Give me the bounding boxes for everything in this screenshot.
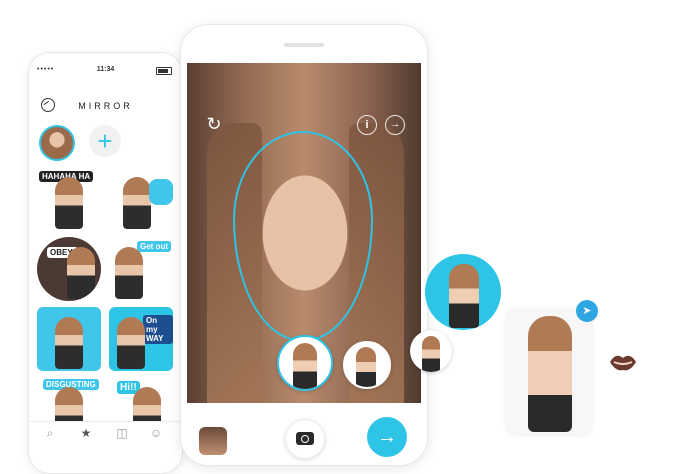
avatar-character	[422, 336, 440, 372]
sticker-character	[117, 317, 145, 369]
sticker-caption: Get out	[137, 241, 171, 252]
left-phone: ••••• 11:34 MIRROR + HAHAHA HA OBEY! Get…	[28, 52, 183, 474]
center-phone: ↻ i → →	[180, 24, 428, 466]
sticker-character	[55, 177, 83, 229]
speech-bubble	[149, 179, 173, 205]
sticker-item[interactable]: OBEY!	[37, 237, 101, 301]
sticker-caption: On my WAY	[143, 315, 173, 344]
capture-button[interactable]	[285, 419, 325, 459]
next-button[interactable]: →	[367, 417, 407, 457]
sticker-character	[123, 177, 151, 229]
telegram-icon[interactable]: ➤	[576, 300, 598, 322]
camera-preview: ↻ i →	[187, 63, 421, 403]
avatar-thumbnail[interactable]	[39, 125, 75, 161]
avatar-character	[356, 347, 376, 387]
sticker-character	[528, 316, 572, 432]
battery-icon	[156, 67, 172, 75]
sticker-item[interactable]: Get out	[109, 237, 173, 301]
info-icon[interactable]: i	[357, 115, 377, 135]
app-title: MIRROR	[78, 101, 133, 111]
sticker-item[interactable]	[109, 167, 173, 231]
star-icon[interactable]: ★	[79, 426, 93, 440]
sticker-preview-card[interactable]	[506, 308, 592, 434]
avatar-option[interactable]	[343, 341, 391, 389]
sticker-character	[55, 317, 83, 369]
switch-camera-icon[interactable]: ↻	[203, 113, 225, 135]
avatar-sticker-large[interactable]	[425, 254, 501, 330]
emoji-icon[interactable]: ☺	[149, 426, 163, 440]
share-icon[interactable]: →	[385, 115, 405, 135]
sticker-item[interactable]: HAHAHA HA	[37, 167, 101, 231]
camera-icon	[296, 432, 314, 445]
avatar-option-selected[interactable]	[277, 335, 333, 391]
avatar-character	[449, 264, 479, 328]
avatar-option[interactable]	[410, 330, 452, 372]
status-bar: ••••• 11:34	[29, 63, 182, 79]
avatar-character	[293, 343, 317, 389]
avatar-row: +	[37, 125, 177, 161]
lips-icon	[610, 355, 636, 371]
sticker-item[interactable]	[37, 307, 101, 371]
sticker-character	[115, 247, 143, 299]
app-header: MIRROR	[29, 97, 182, 117]
search-icon[interactable]: ⌕	[43, 426, 57, 440]
phone-speaker	[284, 43, 324, 47]
add-avatar-button[interactable]: +	[89, 125, 121, 157]
camera-icon[interactable]: ◫	[115, 426, 129, 440]
gallery-thumbnail[interactable]	[199, 427, 227, 455]
sticker-character	[67, 247, 95, 299]
tab-bar: ⌕ ★ ◫ ☺	[29, 421, 182, 444]
sticker-item[interactable]: On my WAY	[109, 307, 173, 371]
